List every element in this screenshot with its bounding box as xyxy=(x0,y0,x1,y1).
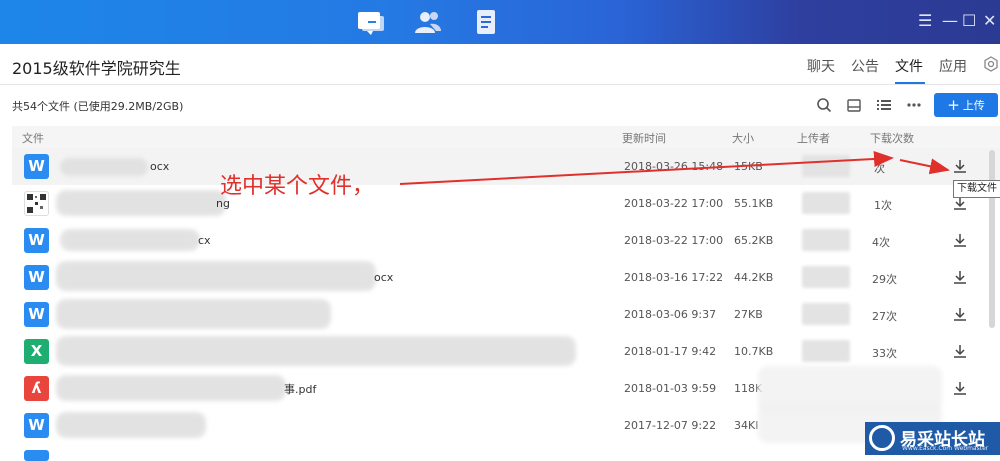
watermark-subtitle: Www.Easck.Com Webmaster xyxy=(902,445,989,452)
arrow-to-download xyxy=(899,158,950,175)
arrow-to-file xyxy=(399,150,894,185)
watermark-logo-icon xyxy=(869,425,895,451)
annotation-arrows xyxy=(399,150,950,185)
download-tooltip: 下载文件 xyxy=(953,180,1000,198)
